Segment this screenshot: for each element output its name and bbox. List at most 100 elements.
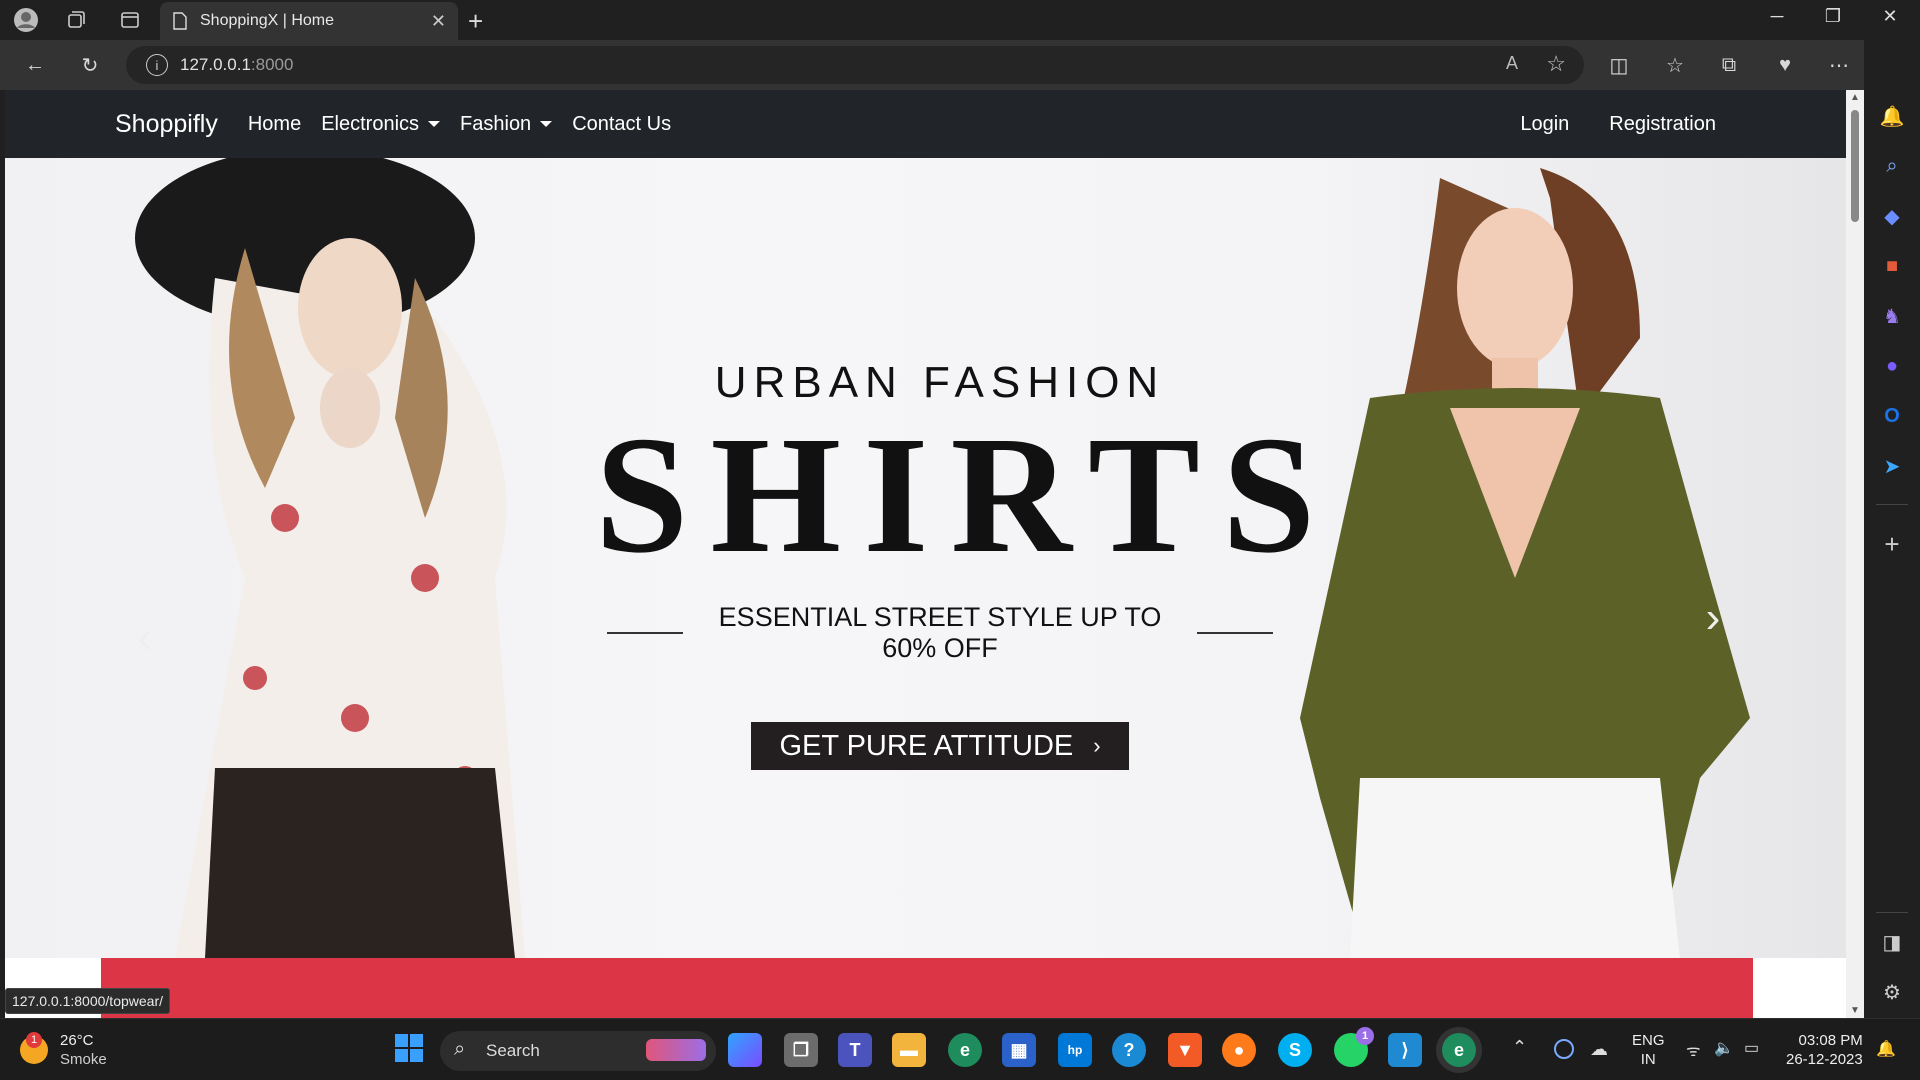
scroll-up-icon[interactable]: ▲ [1850,92,1860,103]
notifications-bell-icon[interactable]: 🔔 [1878,102,1906,130]
volume-icon[interactable]: 🔈 [1714,1038,1734,1058]
search-highlight-icon [646,1039,706,1061]
favorite-star-icon[interactable]: ☆ [1546,51,1566,77]
nav-login[interactable]: Login [1520,113,1569,136]
reload-icon[interactable]: ↻ [75,50,105,80]
lang-bottom: IN [1640,1051,1656,1068]
tools-briefcase-icon[interactable]: ■ [1878,252,1906,280]
games-icon[interactable]: ♞ [1878,302,1906,330]
page-icon [173,12,187,30]
site-navbar: Shoppifly Home Electronics Fashion Conta… [5,90,1846,158]
whatsapp-icon[interactable]: 1 [1334,1027,1374,1067]
scrollbar-thumb[interactable] [1851,110,1859,222]
task-view-icon[interactable]: ❐ [784,1033,818,1067]
hero-model-left-image [135,158,525,958]
clock[interactable]: 03:08 PM 26-12-2023 [1786,1031,1863,1069]
wifi-icon[interactable]: ᯤ [1686,1039,1701,1061]
restore-icon[interactable]: ❐ [1813,6,1853,27]
nav-electronics-dropdown[interactable]: Electronics [321,113,441,136]
caret-down-icon [428,121,441,127]
weather-desc: Smoke [60,1051,107,1068]
lang-top: ENG [1632,1032,1665,1049]
weather-badge: 1 [26,1032,42,1048]
copilot-taskbar-icon[interactable] [728,1033,762,1067]
read-aloud-icon[interactable]: A [1506,53,1518,74]
brave-icon[interactable]: ▼ [1168,1033,1202,1067]
tagline-rule-right [1196,632,1273,634]
shopping-tag-icon[interactable]: ◆ [1878,202,1906,230]
myhp-icon[interactable]: hp [1058,1033,1092,1067]
hide-sidebar-icon[interactable]: ◨ [1878,928,1906,956]
language-indicator[interactable]: ENG IN [1632,1031,1665,1069]
battery-icon[interactable]: ▭ [1744,1038,1759,1058]
url-port: :8000 [250,55,294,74]
edge-active-icon[interactable]: e [1442,1033,1476,1067]
search-icon[interactable]: ⌕ [1878,152,1906,180]
tray-overflow-icon[interactable]: ⌃ [1512,1037,1527,1058]
weather-widget[interactable]: 1 26°C Smoke [20,1031,107,1069]
hero-tagline-row: ESSENTIAL STREET STYLE UP TO 60% OFF [595,602,1285,664]
send-icon[interactable]: ➤ [1878,452,1906,480]
carousel-next-icon[interactable]: › [1693,593,1733,642]
nav-registration[interactable]: Registration [1609,113,1716,136]
tab-home[interactable]: ShoppingX | Home ✕ [160,2,458,40]
settings-gear-icon[interactable]: ⚙ [1878,978,1906,1006]
onedrive-cloud-icon[interactable]: ☁ [1590,1039,1608,1060]
hero-cta-button[interactable]: GET PURE ATTITUDE › [751,722,1129,770]
address-bar[interactable]: i 127.0.0.1:8000 A ☆ [126,46,1584,84]
sidebar-divider [1876,912,1908,913]
scroll-down-icon[interactable]: ▼ [1850,1005,1860,1016]
file-explorer-icon[interactable]: ▬ [892,1033,926,1067]
clock-date: 26-12-2023 [1786,1051,1863,1068]
store-icon[interactable]: ▦ [1002,1033,1036,1067]
help-icon[interactable]: ? [1112,1033,1146,1067]
split-screen-icon[interactable]: ◫ [1604,50,1634,80]
site-brand[interactable]: Shoppifly [115,110,218,139]
collections-toolbar-icon[interactable]: ⧉ [1714,50,1744,80]
nav-home-label: Home [247,112,302,135]
nav-home[interactable]: Home [248,113,301,136]
site-info-icon[interactable]: i [146,54,168,76]
minimize-icon[interactable]: ─ [1757,6,1797,27]
favorites-icon[interactable]: ☆ [1660,50,1690,80]
page-scrollbar[interactable]: ▲ ▼ [1846,90,1864,1018]
browser-toolbar: ← ↻ i 127.0.0.1:8000 A ☆ ◫ ☆ ⧉ ♥ ⋯ C [0,40,1920,90]
browser-essentials-icon[interactable]: ♥ [1770,50,1800,80]
firefox-icon[interactable]: ● [1222,1033,1256,1067]
notification-bell-icon[interactable]: 🔔 [1876,1039,1896,1059]
close-tab-icon[interactable]: ✕ [431,11,446,32]
outlook-icon[interactable]: O [1878,402,1906,430]
grammarly-icon[interactable] [1554,1039,1574,1059]
taskbar-search-label: Search [486,1041,540,1060]
taskbar-search-box[interactable]: ⌕ Search [440,1031,716,1071]
new-tab-icon[interactable]: + [468,6,483,37]
nav-auth-links: Login Registration [1520,90,1716,158]
add-icon[interactable]: + [1878,529,1906,559]
tagline-rule-left [607,632,684,634]
nav-fashion-dropdown[interactable]: Fashion [460,112,553,136]
link-status-bubble: 127.0.0.1:8000/topwear/ [5,988,171,1014]
nav-contact[interactable]: Contact Us [572,113,671,136]
hero-model-right-image [1300,168,1750,958]
teams-icon[interactable]: T [838,1033,872,1067]
chevron-right-icon: › [1093,733,1101,758]
collections-icon[interactable] [62,6,90,34]
edge-icon[interactable]: e [948,1033,982,1067]
sidebar-divider [1876,504,1908,505]
more-menu-icon[interactable]: ⋯ [1824,50,1854,80]
start-windows-icon[interactable] [392,1031,426,1065]
url-host: 127.0.0.1 [180,55,251,74]
web-page: Shoppifly Home Electronics Fashion Conta… [5,90,1846,1018]
profile-icon[interactable] [12,6,40,34]
hero-subheading: URBAN FASHION [714,358,1166,407]
copilot-sidebar-icon[interactable]: ● [1878,352,1906,380]
browser-sidebar: 🔔 ⌕ ◆ ■ ♞ ● O ➤ + ◨ ⚙ [1864,40,1920,1018]
close-window-icon[interactable]: ✕ [1870,6,1910,27]
back-icon[interactable]: ← [20,50,50,80]
vscode-icon[interactable]: ⟩ [1388,1033,1422,1067]
carousel-prev-icon[interactable]: ‹ [125,613,165,662]
skype-icon[interactable]: S [1278,1033,1312,1067]
vertical-tabs-icon[interactable] [116,6,144,34]
nav-fashion-label: Fashion [460,112,532,135]
nav-contact-label: Contact Us [572,112,672,135]
